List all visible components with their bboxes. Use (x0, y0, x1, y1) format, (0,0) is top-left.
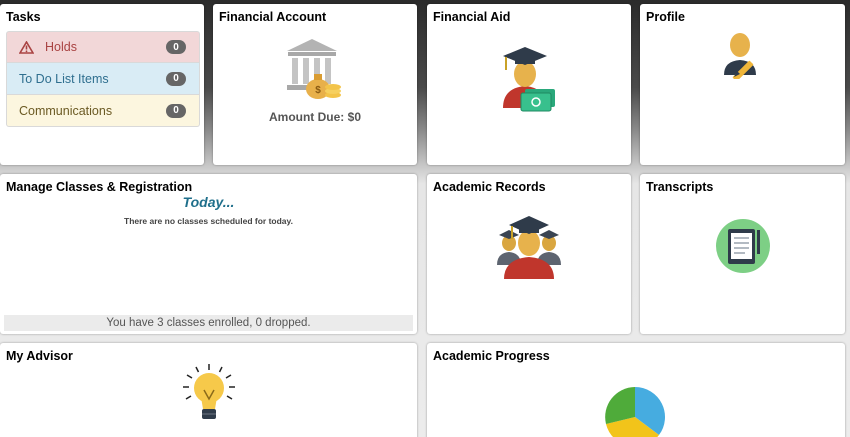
graduate-money-icon (503, 47, 555, 112)
my-advisor-tile[interactable]: My Advisor (0, 343, 417, 437)
tasks-title: Tasks (6, 10, 41, 24)
transcripts-tile[interactable]: Transcripts (640, 174, 845, 334)
task-holds[interactable]: Holds 0 (6, 31, 200, 63)
tasks-list: Holds 0 To Do List Items 0 Communication… (6, 31, 200, 127)
financial-account-tile[interactable]: Financial Account $ Amount Due: $0 (213, 4, 417, 165)
financial-aid-tile[interactable]: Financial Aid (427, 4, 631, 165)
task-todo[interactable]: To Do List Items 0 (6, 63, 200, 95)
graduates-group-icon (497, 216, 561, 279)
task-communications[interactable]: Communications 0 (6, 95, 200, 127)
tasks-tile[interactable]: Tasks Holds 0 To Do List Items 0 Communi… (0, 4, 204, 165)
profile-tile[interactable]: Profile (640, 4, 845, 165)
today-heading: Today... (182, 194, 235, 210)
pie-chart-icon (605, 387, 665, 437)
tablet-document-icon (716, 219, 770, 273)
my-advisor-title: My Advisor (6, 349, 73, 363)
lightbulb-icon (183, 364, 235, 419)
task-communications-label: Communications (19, 103, 113, 118)
task-communications-count: 0 (166, 103, 186, 118)
bank-money-icon: $ (287, 39, 341, 99)
task-holds-count: 0 (166, 40, 186, 54)
manage-classes-title: Manage Classes & Registration (6, 180, 193, 194)
academic-records-title: Academic Records (433, 180, 546, 194)
academic-progress-tile[interactable]: Academic Progress (427, 343, 845, 437)
manage-classes-tile[interactable]: Manage Classes & Registration Today... T… (0, 174, 417, 334)
task-todo-label: To Do List Items (19, 71, 109, 86)
financial-aid-title: Financial Aid (433, 10, 511, 24)
amount-due: Amount Due: $0 (268, 110, 361, 124)
svg-text:$: $ (315, 85, 321, 96)
academic-progress-title: Academic Progress (433, 349, 550, 363)
transcripts-title: Transcripts (646, 180, 714, 194)
warning-icon (19, 40, 34, 54)
enrolled-summary: You have 3 classes enrolled, 0 dropped. (4, 315, 413, 331)
profile-title: Profile (646, 10, 685, 24)
user-edit-icon (724, 33, 756, 79)
no-classes-message: There are no classes scheduled for today… (124, 216, 293, 226)
financial-account-title: Financial Account (219, 10, 327, 24)
academic-records-tile[interactable]: Academic Records (427, 174, 631, 334)
task-holds-label: Holds (45, 40, 77, 54)
task-todo-count: 0 (166, 71, 186, 86)
